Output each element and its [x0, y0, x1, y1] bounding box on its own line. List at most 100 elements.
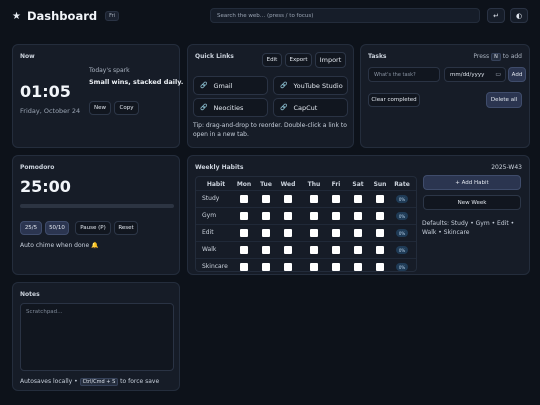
page-title: Dashboard — [26, 9, 98, 23]
habit-checkbox[interactable] — [310, 263, 318, 271]
habit-checkbox[interactable] — [240, 229, 248, 237]
autosave-prefix: Autosaves locally • — [20, 378, 78, 385]
habit-checkbox[interactable] — [262, 212, 270, 220]
notes-textarea[interactable]: Scratchpad… — [20, 303, 174, 371]
link-capcut[interactable]: 🔗 CapCut — [273, 98, 348, 117]
habits-col-header: Sun — [373, 181, 387, 188]
enter-icon[interactable]: ↵ — [487, 8, 505, 23]
search-input[interactable] — [210, 8, 480, 23]
autosave-suffix: to force save — [120, 378, 160, 385]
habit-checkbox[interactable] — [332, 246, 340, 254]
add-habit-button[interactable]: + Add Habit — [423, 175, 521, 190]
link-neocities[interactable]: 🔗 Neocities — [193, 98, 268, 117]
habit-checkbox[interactable] — [376, 212, 384, 220]
spark-text: Small wins, stacked daily. — [89, 78, 184, 86]
habit-checkbox[interactable] — [240, 246, 248, 254]
card-title: Weekly Habits — [195, 164, 244, 171]
link-gmail[interactable]: 🔗 Gmail — [193, 76, 268, 95]
habit-checkbox[interactable] — [240, 212, 248, 220]
pomodoro-timer: 25:00 — [20, 177, 71, 196]
habit-checkbox[interactable] — [332, 229, 340, 237]
calendar-icon[interactable]: ▭ — [495, 71, 501, 78]
habit-checkbox[interactable] — [376, 195, 384, 203]
rate-badge: 0% — [396, 212, 408, 220]
row-divider — [196, 224, 416, 225]
habit-checkbox[interactable] — [354, 212, 362, 220]
habit-checkbox[interactable] — [376, 229, 384, 237]
habit-checkbox[interactable] — [310, 229, 318, 237]
habit-name: Gym — [202, 212, 217, 219]
habit-checkbox[interactable] — [240, 195, 248, 203]
habit-checkbox[interactable] — [354, 229, 362, 237]
habit-checkbox[interactable] — [332, 263, 340, 271]
row-divider — [196, 190, 416, 191]
link-label: Neocities — [213, 103, 244, 112]
habit-checkbox[interactable] — [376, 263, 384, 271]
preset-25-5-button[interactable]: 25/5 — [20, 221, 42, 235]
habit-checkbox[interactable] — [284, 229, 292, 237]
habits-table: Habit Mon Tue Wed Thu Fri Sat Sun Rate Study 0% Gym… — [195, 176, 417, 272]
spark-label: Today's spark — [89, 67, 130, 74]
tip-text: Tip: drag-and-drop to reorder. Double-cl… — [193, 122, 347, 138]
preset-50-10-button[interactable]: 50/10 — [45, 221, 69, 235]
pause-button[interactable]: Pause (P) — [75, 221, 111, 235]
habit-checkbox[interactable] — [310, 246, 318, 254]
add-task-button[interactable]: Add — [508, 67, 526, 82]
new-spark-button[interactable]: New — [89, 101, 111, 115]
habit-checkbox[interactable] — [310, 212, 318, 220]
habits-col-header: Fri — [331, 181, 341, 188]
habit-checkbox[interactable] — [262, 246, 270, 254]
export-links-button[interactable]: Export — [285, 53, 312, 67]
hint-prefix: Press — [473, 53, 490, 60]
edit-links-button[interactable]: Edit — [262, 53, 282, 67]
date-label: Friday, October 24 — [20, 107, 81, 115]
pomodoro-card: Pomodoro 25:00 25/5 50/10 Pause (P) Rese… — [12, 155, 180, 275]
task-input[interactable]: What's the task? — [368, 67, 440, 82]
habit-checkbox[interactable] — [284, 263, 292, 271]
habit-checkbox[interactable] — [332, 212, 340, 220]
habit-checkbox[interactable] — [284, 195, 292, 203]
habit-checkbox[interactable] — [240, 263, 248, 271]
link-icon: 🔗 — [280, 104, 288, 111]
due-date-input[interactable]: mm/dd/yyyy ▭ — [444, 67, 506, 82]
import-links-button[interactable]: Import — [315, 52, 346, 68]
theme-toggle-icon[interactable]: ◐ — [510, 8, 528, 23]
rate-badge: 0% — [396, 229, 408, 237]
card-title: Pomodoro — [20, 164, 55, 171]
habit-checkbox[interactable] — [332, 195, 340, 203]
link-icon: 🔗 — [200, 104, 208, 111]
habits-col-header: Sat — [352, 181, 364, 188]
row-divider — [196, 258, 416, 259]
habit-checkbox[interactable] — [284, 212, 292, 220]
kbd-key: Ctrl/Cmd + S — [79, 378, 119, 386]
rate-badge: 0% — [396, 195, 408, 203]
autosave-hint: Autosaves locally • Ctrl/Cmd + S to forc… — [20, 378, 159, 386]
new-week-button[interactable]: New Week — [423, 195, 521, 210]
hint-suffix: to add — [502, 53, 522, 60]
star-icon: ★ — [12, 10, 21, 22]
habit-name: Skincare — [202, 263, 228, 270]
habit-name: Edit — [202, 229, 214, 236]
habits-col-header: Thu — [307, 181, 321, 188]
habit-checkbox[interactable] — [262, 263, 270, 271]
habit-checkbox[interactable] — [354, 195, 362, 203]
link-label: Gmail — [213, 81, 233, 90]
reset-button[interactable]: Reset — [114, 221, 138, 235]
habit-checkbox[interactable] — [262, 195, 270, 203]
delete-all-button[interactable]: Delete all — [486, 92, 522, 108]
copy-spark-button[interactable]: Copy — [114, 101, 139, 115]
habit-checkbox[interactable] — [354, 246, 362, 254]
habit-checkbox[interactable] — [262, 229, 270, 237]
habit-checkbox[interactable] — [354, 263, 362, 271]
kbd-key: N — [491, 53, 501, 61]
card-title: Quick Links — [195, 53, 234, 60]
habit-checkbox[interactable] — [376, 246, 384, 254]
clear-completed-button[interactable]: Clear completed — [368, 93, 420, 107]
link-youtube-studio[interactable]: 🔗 YouTube Studio — [273, 76, 348, 95]
habit-name: Study — [202, 195, 220, 202]
card-title: Now — [20, 53, 35, 60]
habit-checkbox[interactable] — [310, 195, 318, 203]
habit-checkbox[interactable] — [284, 246, 292, 254]
shortcut-hint: Press N to add — [473, 53, 522, 61]
week-label: 2025-W43 — [491, 164, 522, 171]
